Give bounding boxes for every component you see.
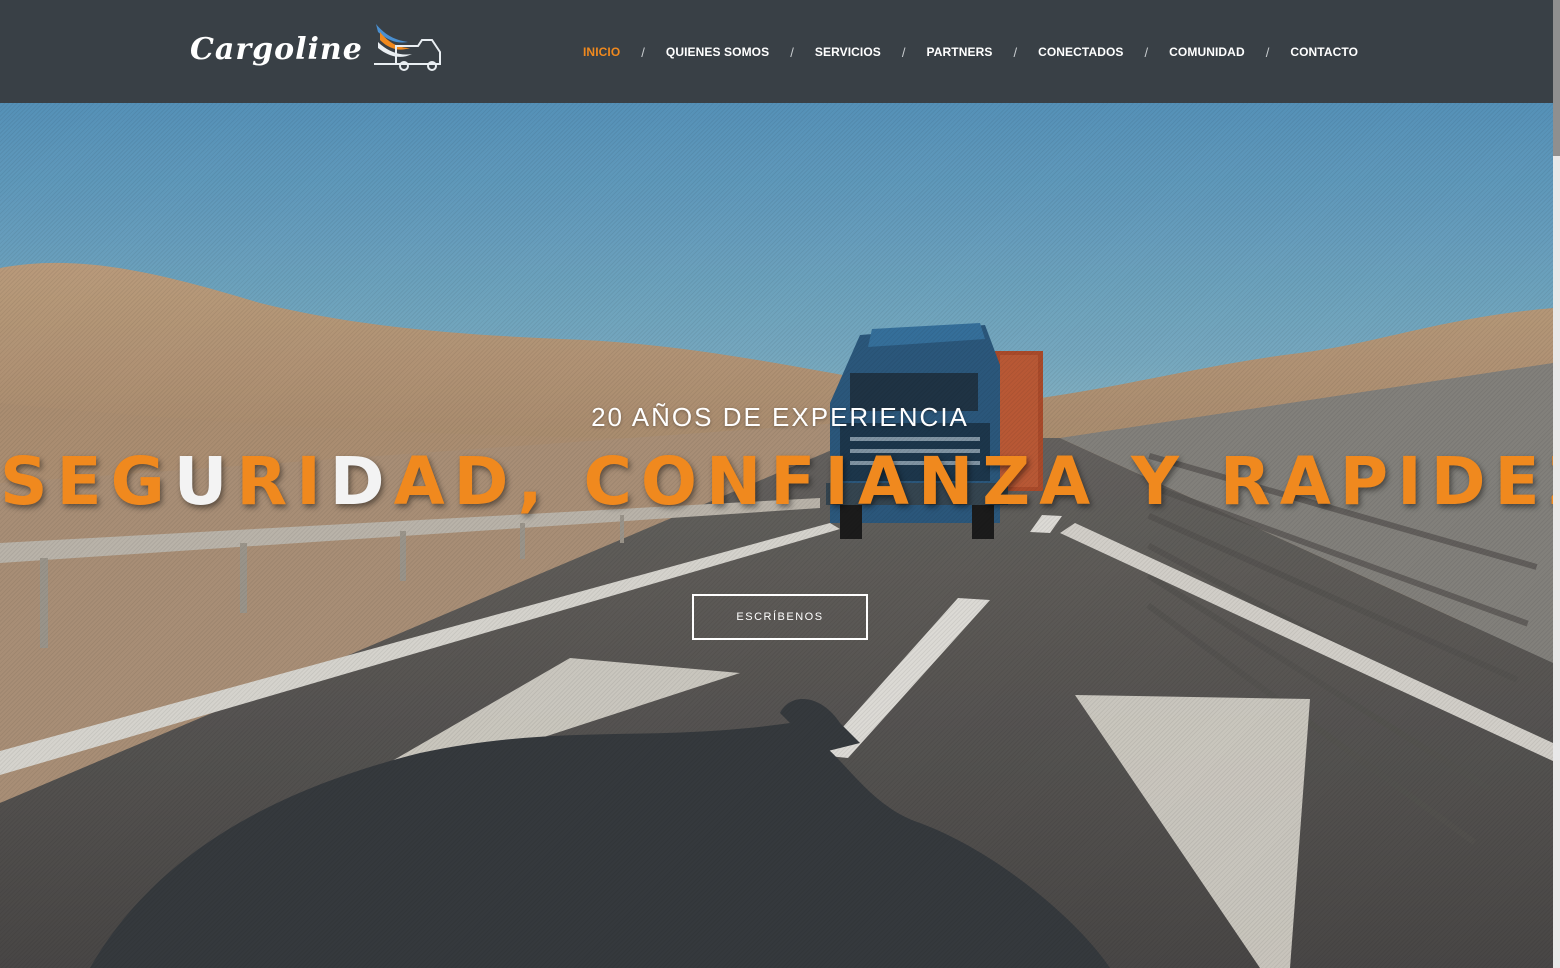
hero-title-part: AD, CONFIANZA Y RAPIDEZ [393,443,1553,520]
nav-separator: / [1265,44,1270,60]
hero-title-part-highlight: D [329,443,394,520]
hero-title-part: SEG [0,443,174,520]
nav-item-partners[interactable]: PARTNERS [927,45,993,59]
logo-link[interactable]: Cargoline [190,18,442,72]
hero-title: SEGURIDAD, CONFIANZA Y RAPIDEZ [0,443,1553,520]
nav-item-quienes-somos[interactable]: QUIENES SOMOS [666,45,769,59]
nav-separator: / [1013,44,1018,60]
nav-item-comunidad[interactable]: COMUNIDAD [1169,45,1245,59]
escribenos-button[interactable]: ESCRÍBENOS [692,594,868,640]
scrollbar-thumb[interactable] [1553,0,1560,156]
hero-subtitle: 20 AÑOS DE EXPERIENCIA [591,402,969,432]
truck-wings-icon [374,18,444,77]
site-header: Cargoline INICIO / QUIENES SOMOS / SERVI… [0,0,1553,103]
hero-title-part: RI [236,443,330,520]
nav-item-servicios[interactable]: SERVICIOS [815,45,881,59]
hero-section: 20 AÑOS DE EXPERIENCIA SEGURIDAD, CONFIA… [0,103,1553,968]
nav-item-conectados[interactable]: CONECTADOS [1038,45,1123,59]
nav-item-inicio[interactable]: INICIO [583,45,620,59]
nav-separator: / [790,44,794,60]
nav-separator: / [901,44,906,60]
nav-item-contacto[interactable]: CONTACTO [1290,45,1358,59]
hero-title-part-highlight: U [173,443,237,520]
main-nav: INICIO / QUIENES SOMOS / SERVICIOS / PAR… [583,44,1358,60]
page: Cargoline INICIO / QUIENES SOMOS / SERVI… [0,0,1560,968]
nav-separator: / [641,44,645,60]
logo-text: Cargoline [190,32,363,67]
hero-background-image [0,103,1553,968]
nav-separator: / [1144,44,1149,60]
page-scrollbar[interactable] [1553,0,1560,968]
